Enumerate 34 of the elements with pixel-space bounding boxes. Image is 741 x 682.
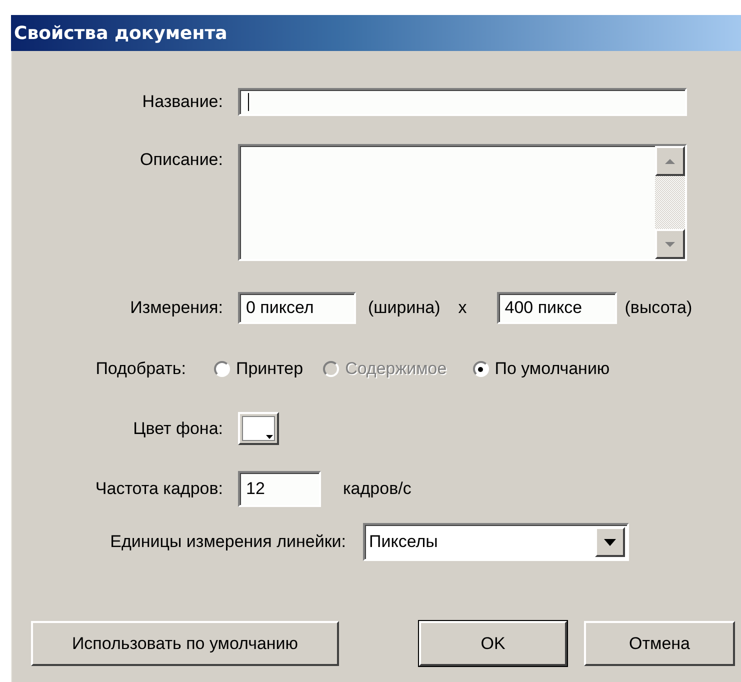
down-arrow-icon	[664, 240, 676, 248]
dialog-button[interactable]: OK	[419, 621, 567, 666]
field-label: Название:	[141, 92, 223, 112]
radio-button[interactable]	[472, 361, 489, 377]
up-arrow-icon	[664, 158, 676, 164]
ruler-units-dropdown[interactable]: Пикселы	[363, 523, 629, 561]
times-sign: x	[458, 298, 467, 318]
radio-option[interactable]: По умолчанию	[472, 359, 610, 379]
title-field[interactable]	[238, 88, 687, 116]
field-label: Единицы измерения линейки:	[109, 532, 346, 552]
caret-icon	[266, 435, 273, 439]
field-label: Подобрать:	[94, 359, 186, 379]
field-label: Описание:	[139, 150, 223, 170]
dialog-button[interactable]: Отмена	[584, 621, 735, 666]
scroll-down-button[interactable]	[655, 229, 685, 259]
field-label: Цвет фона:	[132, 418, 223, 438]
frame-rate-field[interactable]: 12	[238, 471, 321, 507]
height-field[interactable]: 400 пиксе	[496, 292, 617, 324]
color-picker[interactable]	[238, 412, 279, 445]
field-label: Измерения:	[129, 298, 223, 318]
description-field[interactable]	[238, 144, 687, 261]
unit-label: кадров/с	[343, 479, 412, 499]
caret-icon	[604, 538, 616, 546]
width-field[interactable]: 0 пиксел	[238, 292, 356, 324]
scroll-up-button[interactable]	[655, 146, 685, 176]
field-label: Частота кадров:	[94, 479, 223, 499]
dropdown-button[interactable]	[595, 527, 625, 557]
radio-button[interactable]	[214, 361, 230, 377]
width-caption: (ширина)	[368, 298, 440, 318]
radio-option[interactable]: Принтер	[214, 359, 304, 379]
window-title: Свойства документа	[14, 22, 228, 44]
height-caption: (высота)	[624, 298, 692, 318]
scrollbar[interactable]	[655, 146, 685, 259]
dialog-button[interactable]: Использовать по умолчанию	[31, 621, 339, 666]
